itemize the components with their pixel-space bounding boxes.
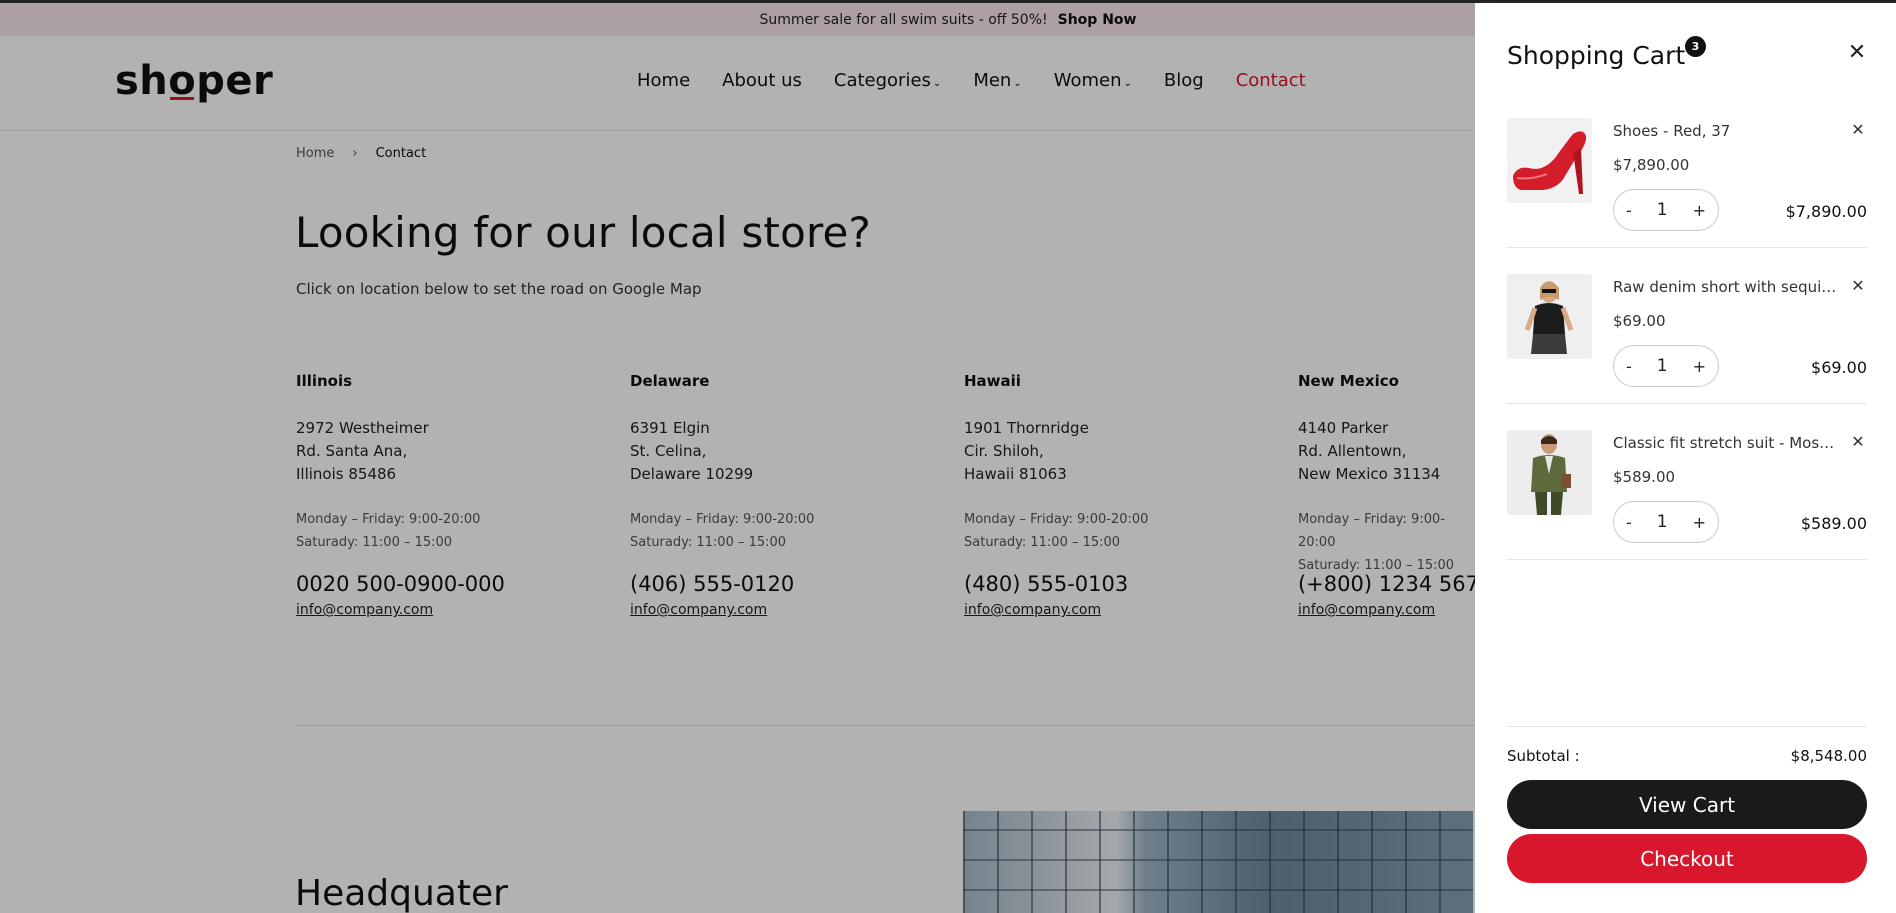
quantity-stepper: - 1 +: [1613, 189, 1719, 231]
quantity-stepper: - 1 +: [1613, 501, 1719, 543]
cart-item: Shoes - Red, 37 $7,890.00 ✕ - 1 + $7,890…: [1507, 118, 1867, 248]
increase-qty-button[interactable]: +: [1693, 201, 1706, 220]
product-thumbnail[interactable]: [1507, 430, 1592, 515]
cart-item-name[interactable]: Shoes - Red, 37: [1613, 122, 1730, 140]
cart-item: Classic fit stretch suit - Moss green $5…: [1507, 430, 1867, 560]
denim-short-model-image: [1507, 274, 1592, 359]
view-cart-button[interactable]: View Cart: [1507, 780, 1867, 829]
increase-qty-button[interactable]: +: [1693, 357, 1706, 376]
red-shoe-image: [1507, 118, 1592, 203]
quantity-value[interactable]: 1: [1657, 512, 1668, 532]
checkout-button[interactable]: Checkout: [1507, 834, 1867, 883]
cart-subtotal: Subtotal : $8,548.00: [1507, 726, 1867, 765]
remove-item-icon[interactable]: ✕: [1848, 120, 1868, 140]
cart-item-total: $7,890.00: [1785, 202, 1867, 221]
quantity-value[interactable]: 1: [1657, 200, 1668, 220]
cart-count-badge: 3: [1685, 36, 1706, 57]
green-suit-model-image: [1507, 430, 1592, 515]
cart-item-price: $589.00: [1613, 468, 1676, 486]
product-thumbnail[interactable]: [1507, 274, 1592, 359]
subtotal-value: $8,548.00: [1790, 747, 1867, 765]
cart-item-name[interactable]: Raw denim short with sequins: [1613, 278, 1838, 296]
quantity-stepper: - 1 +: [1613, 345, 1719, 387]
cart-item: Raw denim short with sequins $69.00 ✕ - …: [1507, 274, 1867, 404]
decrease-qty-button[interactable]: -: [1626, 513, 1632, 532]
cart-item-price: $69.00: [1613, 312, 1666, 330]
increase-qty-button[interactable]: +: [1693, 513, 1706, 532]
product-thumbnail[interactable]: [1507, 118, 1592, 203]
remove-item-icon[interactable]: ✕: [1848, 432, 1868, 452]
quantity-value[interactable]: 1: [1657, 356, 1668, 376]
cart-item-total: $69.00: [1811, 358, 1867, 377]
decrease-qty-button[interactable]: -: [1626, 357, 1632, 376]
close-icon[interactable]: ✕: [1845, 41, 1869, 65]
cart-item-total: $589.00: [1800, 514, 1867, 533]
decrease-qty-button[interactable]: -: [1626, 201, 1632, 220]
subtotal-label: Subtotal :: [1507, 747, 1580, 765]
remove-item-icon[interactable]: ✕: [1848, 276, 1868, 296]
cart-item-price: $7,890.00: [1613, 156, 1690, 174]
cart-title: Shopping Cart: [1507, 41, 1686, 70]
cart-drawer: Shopping Cart 3 ✕ Shoes - Red, 37 $7,890…: [1475, 3, 1896, 913]
cart-item-name[interactable]: Classic fit stretch suit - Moss green: [1613, 434, 1838, 452]
